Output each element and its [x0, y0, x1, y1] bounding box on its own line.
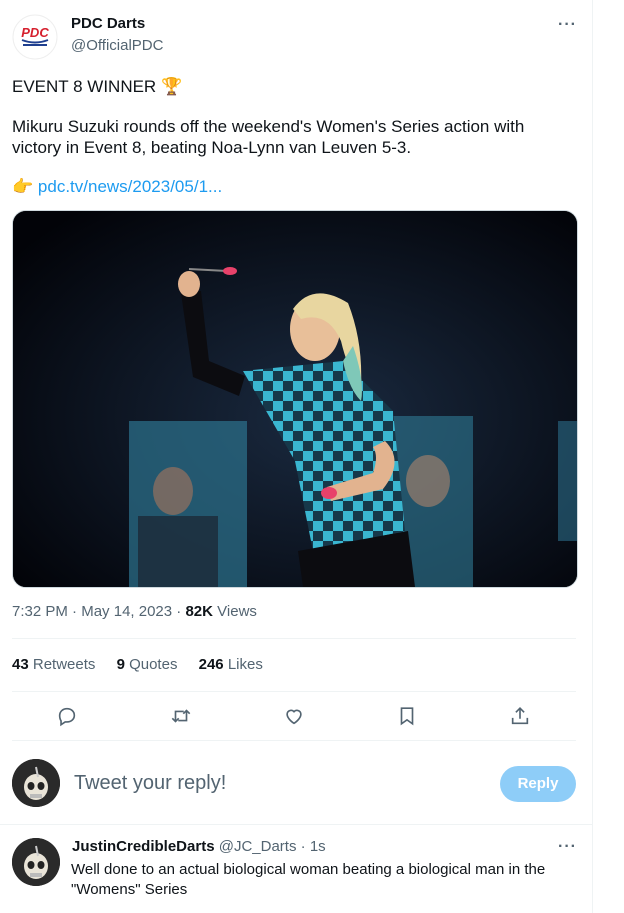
retweets-stat[interactable]: 43 Retweets [12, 656, 95, 673]
reply-author-avatar[interactable] [12, 838, 60, 886]
reply-icon[interactable] [54, 703, 80, 729]
reply-separator: · [300, 838, 306, 855]
like-icon[interactable] [281, 703, 307, 729]
svg-text:PDC: PDC [21, 25, 49, 40]
reply-time[interactable]: 1s [310, 838, 326, 855]
reply-author-handle[interactable]: @JC_Darts [219, 838, 297, 855]
likes-label: Likes [227, 656, 263, 673]
tweet-column: PDC PDC Darts @OfficialPDC ··· EVENT 8 W… [0, 0, 593, 913]
likes-stat[interactable]: 246 Likes [199, 656, 263, 673]
quotes-count: 9 [116, 656, 125, 673]
quotes-stat[interactable]: 9 Quotes [117, 656, 178, 673]
headline-text: EVENT 8 WINNER [12, 77, 157, 96]
article-link[interactable]: pdc.tv/news/2023/05/1... [38, 177, 222, 196]
divider [0, 824, 592, 825]
views-label: Views [217, 603, 257, 620]
tweet-headline: EVENT 8 WINNER 🏆 [12, 76, 182, 97]
reply-more-options-icon[interactable]: ··· [558, 838, 577, 856]
retweets-label: Retweets [32, 656, 96, 673]
author-handle[interactable]: @OfficialPDC [71, 37, 163, 54]
author-name[interactable]: PDC Darts [71, 15, 145, 32]
retweets-count: 43 [12, 656, 29, 673]
more-options-icon[interactable]: ··· [558, 16, 577, 34]
divider [12, 638, 576, 639]
likes-count: 246 [198, 656, 224, 673]
reply-text: Well done to an actual biological woman … [71, 861, 546, 898]
views-count: 82K [185, 603, 213, 620]
divider [12, 691, 576, 692]
tweet-meta: 7:32 PM · May 14, 2023 · 82K Views [12, 603, 257, 620]
tweet-photo[interactable] [12, 210, 578, 588]
tweet-stats: 43 Retweets 9 Quotes 246 Likes [12, 656, 280, 673]
reply-button[interactable]: Reply [500, 766, 576, 802]
pdc-logo-avatar[interactable]: PDC [12, 14, 58, 60]
tweet-link-row: 👉 pdc.tv/news/2023/05/1... [12, 176, 222, 197]
pointing-hand-icon: 👉 [12, 177, 34, 196]
divider [12, 740, 576, 741]
reply-header: JustinCredibleDarts @JC_Darts · 1s [72, 838, 326, 855]
share-icon[interactable] [507, 703, 533, 729]
reply-input[interactable]: Tweet your reply! [74, 772, 226, 795]
tweet-time[interactable]: 7:32 PM [12, 603, 68, 620]
tweet-body: Mikuru Suzuki rounds off the weekend's W… [12, 117, 525, 157]
bookmark-icon[interactable] [394, 703, 420, 729]
retweet-icon[interactable] [168, 703, 194, 729]
tweet-date[interactable]: May 14, 2023 [81, 603, 172, 620]
quotes-label: Quotes [129, 656, 178, 673]
trophy-icon: 🏆 [160, 77, 183, 96]
reply-author-name[interactable]: JustinCredibleDarts [72, 838, 215, 855]
user-avatar[interactable] [12, 759, 60, 807]
